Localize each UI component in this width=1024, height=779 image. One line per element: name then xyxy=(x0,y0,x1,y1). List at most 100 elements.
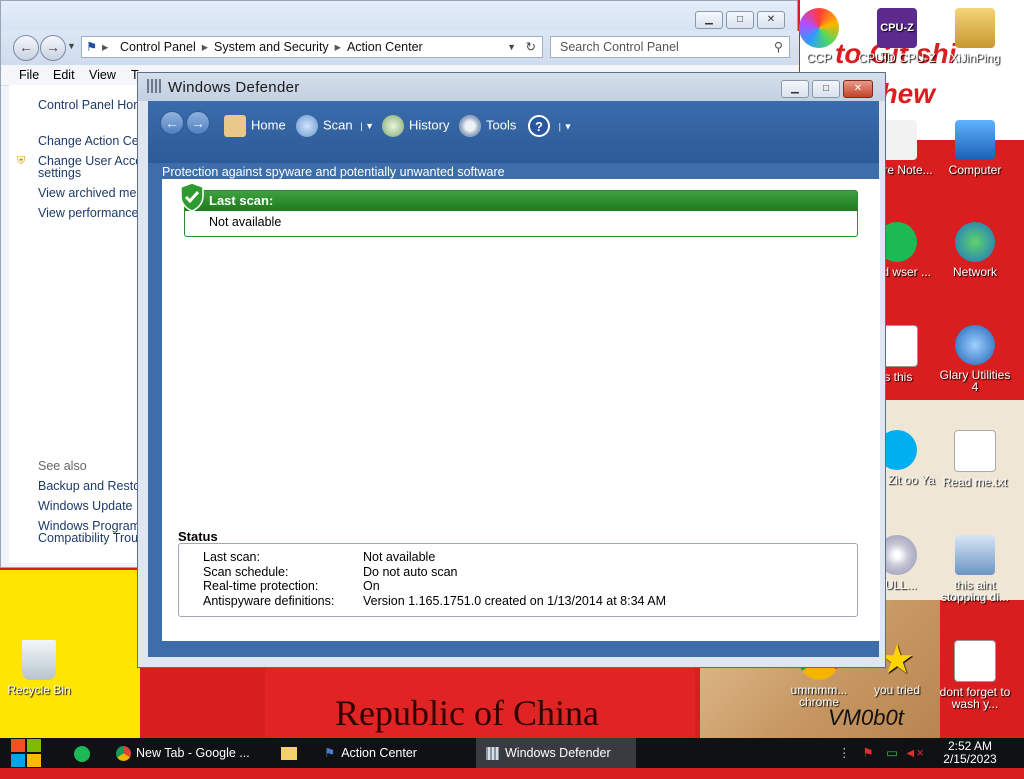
desktop-icon-label: you tried xyxy=(873,683,921,697)
close-button[interactable]: ✕ xyxy=(843,80,873,98)
desktop-icon-dont-forget[interactable]: dont forget to wash y... xyxy=(936,640,1014,710)
desktop-icon-cpuz[interactable]: CPU-Z CPUID CPU-Z xyxy=(858,8,936,64)
see-also-backup[interactable]: Backup and Resto xyxy=(38,480,140,493)
sidebar-link-performance[interactable]: View performance xyxy=(38,207,139,220)
desktop-icon-xijinping[interactable]: XiJinPing xyxy=(936,8,1014,64)
desktop-icon-label: Network xyxy=(952,265,997,279)
desktop-icon-readme[interactable]: Read me.txt xyxy=(936,430,1014,488)
maximize-button[interactable]: □ xyxy=(812,80,840,98)
desktop-icon-label: ummmm... chrome xyxy=(790,683,848,709)
last-scan-value: Not available xyxy=(209,215,282,229)
close-button[interactable]: ✕ xyxy=(757,11,785,29)
help-dropdown-icon[interactable]: | ▼ xyxy=(559,121,573,131)
desktop-icon-computer[interactable]: Computer xyxy=(936,120,1014,176)
windows-logo-icon xyxy=(11,739,41,767)
spotify-icon xyxy=(74,745,90,762)
scan-dropdown-icon[interactable]: | ▼ xyxy=(360,121,374,131)
menu-file[interactable]: File xyxy=(19,68,39,82)
taskbar-defender-label: Windows Defender xyxy=(505,746,611,760)
sidebar: Control Panel Hom Change Action Cen ⛨ Ch… xyxy=(9,85,146,563)
recent-pages-chevron-icon[interactable]: ▼ xyxy=(67,41,76,51)
maximize-button[interactable]: □ xyxy=(726,11,754,29)
action-center-titlebar xyxy=(1,1,797,31)
desktop-icon-label: Glary Utilities 4 xyxy=(939,368,1011,394)
address-bar[interactable]: ⚑ ▸ Control Panel ▸ System and Security ▸ Ac… xyxy=(81,36,543,58)
magnifier-icon xyxy=(296,115,318,137)
toolbar-help[interactable]: ? | ▼ xyxy=(528,115,572,137)
taskbar-windows-defender[interactable]: Windows Defender xyxy=(476,738,636,768)
cpuz-icon: CPU-Z xyxy=(877,8,917,48)
volume-muted-icon[interactable]: ◄× xyxy=(904,738,924,768)
menu-edit[interactable]: Edit xyxy=(53,68,75,82)
start-button[interactable] xyxy=(10,738,42,768)
desktop-icon-label: XiJinPing xyxy=(949,51,1001,65)
toolbar-tools[interactable]: Tools xyxy=(459,115,516,137)
status-label-schedule: Scan schedule: xyxy=(203,565,289,579)
windows-defender-window: Windows Defender ▁ □ ✕ ← → Home Scan | ▼… xyxy=(137,72,886,668)
history-clock-icon xyxy=(382,115,404,137)
see-also-windows-update[interactable]: Windows Update xyxy=(38,500,133,513)
toolbar-scan[interactable]: Scan | ▼ xyxy=(296,115,374,137)
sidebar-link-control-panel-home[interactable]: Control Panel Hom xyxy=(38,99,144,112)
defender-toolbar: ← → Home Scan | ▼ History Tools ? | ▼ xyxy=(148,101,879,163)
desktop-icon-label: Recycle Bin xyxy=(7,683,71,697)
breadcrumb-control-panel[interactable]: Control Panel xyxy=(120,40,196,54)
chrome-icon xyxy=(116,746,131,762)
defender-back-button[interactable]: ← xyxy=(160,111,184,135)
desktop-icon-label: Read me.txt xyxy=(942,475,1008,489)
desktop-icon-glary[interactable]: Glary Utilities 4 xyxy=(936,325,1014,393)
breadcrumb-system-security[interactable]: System and Security xyxy=(214,40,329,54)
address-dropdown-icon[interactable]: ▼ xyxy=(507,37,516,57)
see-also-heading: See also xyxy=(38,459,87,473)
taskbar-file-explorer[interactable] xyxy=(276,738,302,768)
taskbar-clock[interactable]: 2:52 AM 2/15/2023 xyxy=(934,740,1006,766)
desktop-icon-recycle-bin[interactable]: Recycle Bin xyxy=(0,640,78,696)
glary-icon xyxy=(955,325,995,365)
search-input[interactable]: Search Control Panel ⚲ xyxy=(550,36,790,58)
breadcrumb-action-center[interactable]: Action Center xyxy=(347,40,423,54)
overflow-icon[interactable]: ⋮ xyxy=(838,738,851,768)
defender-castle-icon xyxy=(486,747,499,761)
defender-content-panel: Last scan: Not available Status Last sca… xyxy=(162,179,880,641)
minimize-button[interactable]: ▁ xyxy=(781,80,809,98)
sidebar-link-change-action-center[interactable]: Change Action Cen xyxy=(38,135,146,148)
taskbar-spotify[interactable] xyxy=(68,738,96,768)
desktop-icon-label: dont forget to wash y... xyxy=(939,685,1011,711)
menu-view[interactable]: View xyxy=(89,68,116,82)
desktop-icon-label: is this xyxy=(881,370,913,384)
defender-body: Protection against spyware and potential… xyxy=(148,163,880,657)
minimize-button[interactable]: ▁ xyxy=(695,11,723,29)
action-center-flag-icon[interactable]: ⚑ xyxy=(858,738,878,768)
refresh-icon[interactable]: ↻ xyxy=(526,37,536,57)
sidebar-link-settings[interactable]: settings xyxy=(38,167,81,180)
desktop-icon-label: Computer xyxy=(948,163,1002,177)
search-placeholder: Search Control Panel xyxy=(560,40,679,54)
defender-forward-button[interactable]: → xyxy=(186,111,210,135)
desktop-icon-label: this aint stopping di... xyxy=(940,578,1010,604)
status-value-last-scan: Not available xyxy=(363,550,436,564)
flag-icon: ⚑ xyxy=(324,746,336,760)
taskbar-chrome[interactable]: New Tab - Google ... xyxy=(106,738,278,768)
toolbar-tools-label: Tools xyxy=(486,117,517,133)
desktop-icon-network[interactable]: Network xyxy=(936,222,1014,278)
desktop-icon-setup[interactable]: this aint stopping di... xyxy=(936,535,1014,603)
toolbar-home[interactable]: Home xyxy=(224,115,286,137)
defender-subtitle: Protection against spyware and potential… xyxy=(162,165,505,179)
search-icon[interactable]: ⚲ xyxy=(774,37,783,57)
taskbar-action-center-label: Action Center xyxy=(341,746,417,760)
toolbar-history[interactable]: History xyxy=(382,115,449,137)
back-button[interactable]: ← xyxy=(13,35,39,61)
toolbar-scan-label: Scan xyxy=(323,117,353,133)
desktop-icon-label: CPUID CPU-Z xyxy=(858,51,936,65)
text-file-icon xyxy=(954,430,996,472)
network-tray-icon[interactable]: ▭ xyxy=(882,738,902,768)
status-label-realtime: Real-time protection: xyxy=(203,579,319,593)
taskbar-action-center[interactable]: ⚑ Action Center xyxy=(314,738,482,768)
folder-icon xyxy=(281,747,297,761)
defender-castle-icon xyxy=(147,79,161,93)
forward-button[interactable]: → xyxy=(40,35,66,61)
see-also-compat-troubleshooter[interactable]: Compatibility Troub xyxy=(38,532,145,545)
help-icon: ? xyxy=(528,115,550,137)
defender-title: Windows Defender xyxy=(168,79,300,96)
sidebar-link-archived-messages[interactable]: View archived mes xyxy=(38,187,143,200)
